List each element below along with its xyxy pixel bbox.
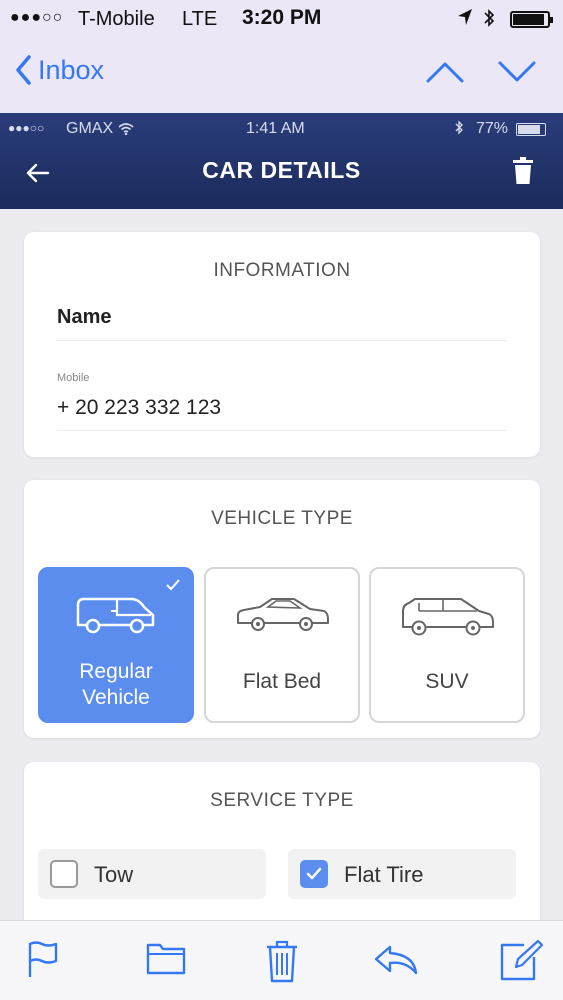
trash-icon	[267, 940, 297, 983]
signal-strength: ●●●○○	[10, 9, 64, 26]
vehicle-option-suv[interactable]: SUV	[369, 567, 525, 723]
mobile-field[interactable]: + 20 223 332 123	[57, 396, 221, 420]
vehicle-option-regular[interactable]: Regular Vehicle	[38, 567, 194, 723]
tow-checkbox[interactable]	[50, 860, 78, 888]
trash-icon	[513, 157, 533, 184]
app-bluetooth-icon	[454, 119, 464, 142]
information-title: INFORMATION	[213, 260, 351, 281]
app-header: ●●●○○ GMAX 1:41 AM 77% CAR DETAILS	[0, 113, 563, 209]
van-icon	[40, 595, 192, 640]
app-signal-strength: ●●●○○	[8, 121, 45, 135]
move-to-folder-button[interactable]	[146, 939, 186, 982]
delete-button[interactable]	[512, 157, 534, 190]
name-field-underline	[57, 340, 507, 341]
vehicle-option-label: SUV	[425, 670, 469, 693]
back-label: Inbox	[38, 54, 105, 85]
flag-button[interactable]	[26, 939, 60, 984]
information-card: INFORMATION Name Mobile + 20 223 332 123	[24, 232, 540, 457]
reply-button[interactable]	[372, 939, 420, 984]
flat-tire-checkbox[interactable]	[300, 860, 328, 888]
compose-button[interactable]	[500, 939, 544, 986]
vehicle-option-label: Vehicle	[82, 686, 150, 709]
network-type: LTE	[182, 8, 218, 30]
mail-navigation: Inbox	[0, 38, 563, 113]
flag-icon	[28, 941, 58, 977]
bluetooth-icon	[482, 6, 496, 36]
location-icon	[456, 6, 474, 34]
vehicle-type-title: VEHICLE TYPE	[211, 508, 353, 529]
mail-top-bar: ●●●○○ T-Mobile LTE 3:20 PM Inbox	[0, 0, 563, 113]
chevron-down-icon	[498, 61, 536, 82]
mobile-field-underline	[57, 430, 507, 431]
car-icon	[206, 595, 358, 640]
app-status-time: 1:41 AM	[246, 120, 305, 137]
name-field[interactable]: Name	[57, 306, 111, 329]
status-time: 3:20 PM	[242, 6, 322, 29]
previous-message-button[interactable]	[426, 60, 464, 89]
folder-icon	[146, 943, 186, 975]
service-option-tow[interactable]: Tow	[38, 849, 266, 899]
chevron-left-icon	[16, 55, 31, 85]
vehicle-type-card: VEHICLE TYPE Regular Vehicle Flat Bed SU…	[24, 480, 540, 738]
page-title: CAR DETAILS	[202, 157, 361, 183]
vehicle-option-label: Flat Bed	[242, 670, 322, 693]
trash-message-button[interactable]	[265, 939, 299, 988]
ios-status-bar: ●●●○○ T-Mobile LTE 3:20 PM	[0, 0, 563, 38]
wifi-icon	[118, 122, 134, 135]
service-option-flat-tire[interactable]: Flat Tire	[288, 849, 516, 899]
checkmark-icon	[306, 867, 322, 880]
checkmark-icon	[166, 579, 180, 591]
vehicle-option-label: Regular	[79, 660, 153, 683]
compose-icon	[500, 939, 544, 981]
app-battery-percent: 77%	[476, 120, 509, 137]
next-message-button[interactable]	[498, 60, 536, 89]
mobile-field-label: Mobile	[57, 372, 90, 384]
chevron-up-icon	[426, 62, 464, 83]
service-option-label: Flat Tire	[344, 862, 424, 887]
service-type-title: SERVICE TYPE	[210, 790, 354, 811]
vehicle-option-flat-bed[interactable]: Flat Bed	[204, 567, 360, 723]
back-to-inbox-button[interactable]: Inbox	[14, 54, 104, 86]
reply-icon	[374, 945, 418, 975]
carrier-name: T-Mobile	[78, 8, 155, 30]
battery-icon	[510, 11, 553, 28]
suv-icon	[371, 595, 523, 644]
service-option-label: Tow	[94, 862, 134, 887]
app-battery-icon	[516, 123, 546, 136]
mail-toolbar	[0, 920, 563, 1000]
app-carrier-name: GMAX	[66, 120, 134, 138]
app-status-bar: ●●●○○ GMAX 1:41 AM 77%	[0, 113, 563, 147]
